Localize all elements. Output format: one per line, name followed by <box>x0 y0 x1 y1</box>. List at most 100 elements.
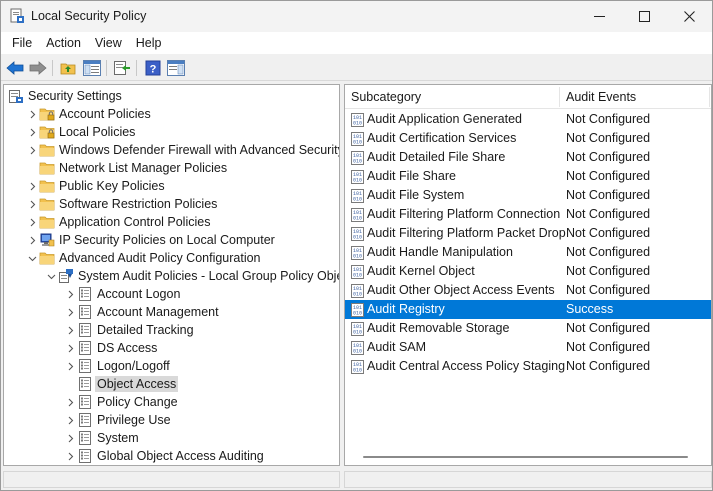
subcategory-cell: Audit Certification Services <box>367 131 517 145</box>
column-divider[interactable] <box>709 87 710 107</box>
tree-item[interactable]: System <box>4 429 339 447</box>
tree-item[interactable]: Public Key Policies <box>4 177 339 195</box>
list-row[interactable]: 101 010 Audit Other Object Access Events No… <box>345 281 711 300</box>
back-button[interactable] <box>5 59 25 77</box>
list-row[interactable]: 101 010 Audit File Share Not Configured <box>345 167 711 186</box>
tree-item[interactable]: Software Restriction Policies <box>4 195 339 213</box>
status-bar <box>1 469 712 490</box>
console-tree-icon <box>83 60 101 76</box>
menu-help[interactable]: Help <box>129 32 169 54</box>
forward-button[interactable] <box>28 59 48 77</box>
up-one-level-button[interactable] <box>58 59 78 77</box>
policy-doc-icon <box>79 341 91 355</box>
list-row[interactable]: 101 010 Audit SAM Not Configured <box>345 338 711 357</box>
tree-item[interactable]: Application Control Policies <box>4 213 339 231</box>
tree-item[interactable]: System Audit Policies - Local Group Poli… <box>4 267 339 285</box>
subcategory-cell: Audit SAM <box>367 340 427 354</box>
audit-item-icon: 101010 <box>351 170 364 184</box>
show-hide-action-pane-button[interactable] <box>166 59 186 77</box>
policy-doc-icon <box>79 305 91 319</box>
list-row[interactable]: 101 010 Audit Removable Storage Not Configu… <box>345 319 711 338</box>
chevron-right-icon[interactable] <box>27 177 37 195</box>
tree-item[interactable]: DS Access <box>4 339 339 357</box>
chevron-right-icon[interactable] <box>27 141 37 159</box>
chevron-right-icon[interactable] <box>27 123 37 141</box>
svg-text:010: 010 <box>353 178 362 184</box>
close-button[interactable] <box>666 1 712 32</box>
list-row[interactable]: 101 010 Audit Certification Services Not Co… <box>345 129 711 148</box>
toolbar: ? <box>1 55 712 81</box>
tree-item-label: System <box>97 431 139 445</box>
list-row[interactable]: 101 010 Audit Filtering Platform Packet Dr… <box>345 224 711 243</box>
column-header-audit-events[interactable]: Audit Events <box>566 85 636 109</box>
tree-item[interactable]: Account Logon <box>4 285 339 303</box>
list-row[interactable]: 101 010 Audit File System Not Configured <box>345 186 711 205</box>
chevron-right-icon[interactable] <box>27 195 37 213</box>
list-row[interactable]: 101 010 Audit Filtering Platform Connectio… <box>345 205 711 224</box>
audit-item-icon: 101010 <box>351 322 364 336</box>
chevron-right-icon[interactable] <box>27 231 37 249</box>
chevron-right-icon[interactable] <box>65 447 75 465</box>
title-bar[interactable]: Local Security Policy <box>1 1 712 32</box>
tree-item[interactable]: Object Access <box>4 375 339 393</box>
list-row[interactable]: 101 010 Audit Kernel Object Not Configured <box>345 262 711 281</box>
tree-item[interactable]: IP Security Policies on Local Computer <box>4 231 339 249</box>
show-hide-console-tree-button[interactable] <box>82 59 102 77</box>
menu-action[interactable]: Action <box>39 32 88 54</box>
svg-text:010: 010 <box>353 216 362 222</box>
chevron-right-icon[interactable] <box>65 411 75 429</box>
column-header-subcategory[interactable]: Subcategory <box>351 85 421 109</box>
list-row[interactable]: 101 010 Audit Detailed File Share Not Confi… <box>345 148 711 167</box>
tree-item[interactable]: Global Object Access Auditing <box>4 447 339 465</box>
chevron-down-icon[interactable] <box>27 249 37 267</box>
tree-item[interactable]: Detailed Tracking <box>4 321 339 339</box>
tree-item-label: Policy Change <box>97 395 178 409</box>
chevron-right-icon[interactable] <box>65 357 75 375</box>
console-tree-pane[interactable]: Security Settings Account Policies Local P… <box>3 84 340 466</box>
tree-item[interactable]: Account Policies <box>4 105 339 123</box>
chevron-right-icon[interactable] <box>65 285 75 303</box>
tree-item[interactable]: Local Policies <box>4 123 339 141</box>
tree-item[interactable]: Windows Defender Firewall with Advanced … <box>4 141 339 159</box>
chevron-right-icon[interactable] <box>27 105 37 123</box>
export-list-button[interactable] <box>112 59 132 77</box>
svg-text:010: 010 <box>353 330 362 336</box>
audit-events-cell: Not Configured <box>566 283 651 297</box>
results-list-pane[interactable]: Subcategory Audit Events 101 010 Audit App… <box>344 84 712 466</box>
tree-item[interactable]: Logon/Logoff <box>4 357 339 375</box>
help-button[interactable]: ? <box>143 59 163 77</box>
horizontal-scrollbar[interactable] <box>345 447 711 465</box>
chevron-right-icon[interactable] <box>65 393 75 411</box>
tree-item[interactable]: Policy Change <box>4 393 339 411</box>
list-row[interactable]: 101 010 Audit Registry Success <box>345 300 711 319</box>
list-row[interactable]: 101 010 Audit Handle Manipulation Not Confi… <box>345 243 711 262</box>
chevron-right-icon[interactable] <box>65 339 75 357</box>
minimize-button[interactable] <box>576 1 622 32</box>
menu-view[interactable]: View <box>88 32 129 54</box>
subcategory-cell: Audit Application Generated <box>367 112 522 126</box>
column-divider[interactable] <box>559 87 560 107</box>
chevron-down-icon[interactable] <box>46 267 56 285</box>
tree-item[interactable]: Privilege Use <box>4 411 339 429</box>
tree-item[interactable]: Account Management <box>4 303 339 321</box>
chevron-right-icon[interactable] <box>27 213 37 231</box>
scrollbar-thumb[interactable] <box>363 456 688 458</box>
tree-item-label: Account Logon <box>97 287 181 301</box>
maximize-button[interactable] <box>621 1 667 32</box>
policy-doc-icon <box>79 431 91 445</box>
tree-item[interactable]: Security Settings <box>4 87 339 105</box>
list-row[interactable]: 101 010 Audit Central Access Policy Stagin… <box>345 357 711 376</box>
tree-item[interactable]: Network List Manager Policies <box>4 159 339 177</box>
action-pane-icon <box>167 60 185 76</box>
chevron-right-icon[interactable] <box>65 321 75 339</box>
folder-up-icon <box>60 63 76 75</box>
ipsec-icon <box>40 233 55 247</box>
chevron-right-icon[interactable] <box>65 303 75 321</box>
subcategory-cell: Audit Filtering Platform Packet Drop <box>367 226 566 240</box>
tree-item[interactable]: Advanced Audit Policy Configuration <box>4 249 339 267</box>
list-row[interactable]: 101 010 Audit Application Generated Not Con… <box>345 110 711 129</box>
chevron-right-icon[interactable] <box>65 429 75 447</box>
policy-doc-icon <box>79 449 91 463</box>
close-icon <box>683 11 695 22</box>
menu-file[interactable]: File <box>5 32 39 54</box>
